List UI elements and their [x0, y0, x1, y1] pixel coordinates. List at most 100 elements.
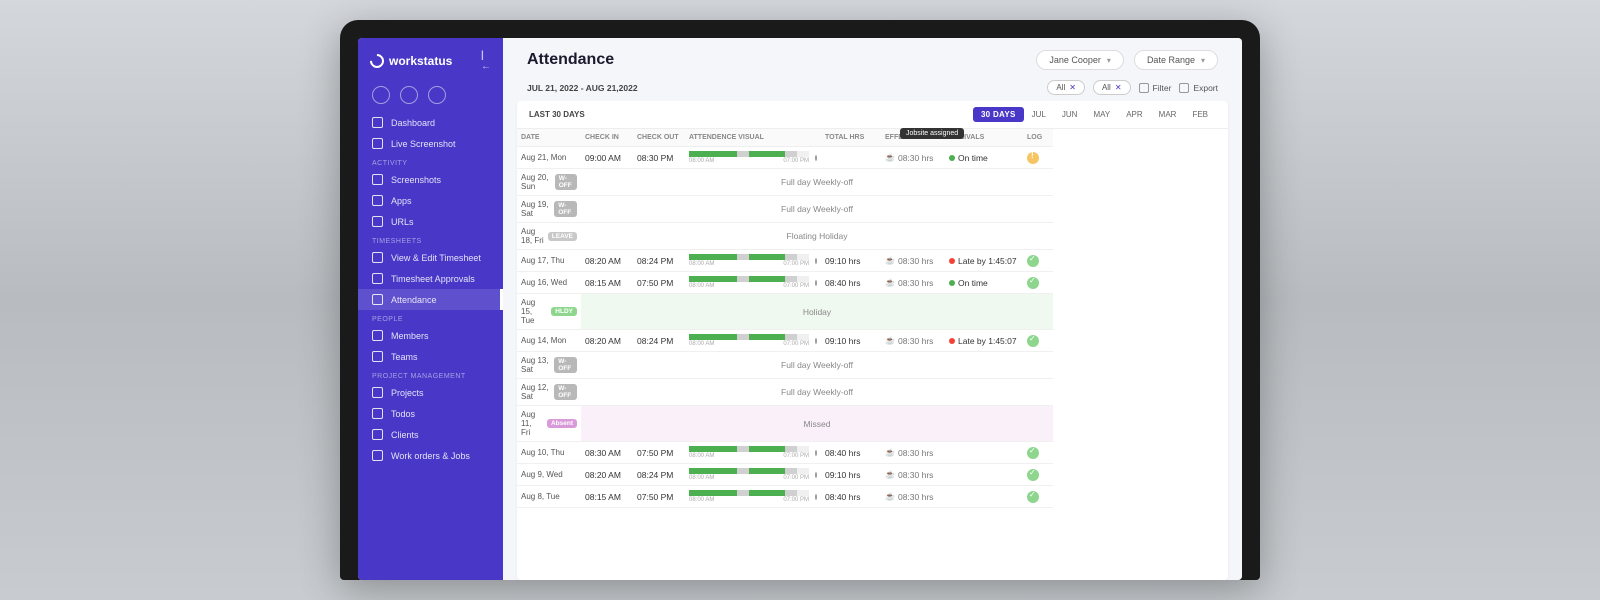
eye-icon[interactable]	[815, 450, 817, 456]
tab-apr[interactable]: APR	[1118, 107, 1150, 122]
eye-icon[interactable]	[815, 258, 817, 264]
date-cell: Aug 12, SatW-OFF	[517, 379, 581, 406]
nav-item-icon	[372, 252, 383, 263]
sidebar-item-label: Live Screenshot	[391, 139, 456, 149]
total-cell: 09:10 hrs	[821, 464, 881, 486]
sidebar-item-label: Dashboard	[391, 118, 435, 128]
status-badge: W-OFF	[554, 384, 577, 400]
sidebar-item-projects[interactable]: Projects	[358, 382, 503, 403]
log-cell[interactable]	[1023, 147, 1053, 169]
sidebar-item-apps[interactable]: Apps	[358, 190, 503, 211]
checkin-cell: 08:15 AM	[581, 486, 633, 508]
date-range-picker[interactable]: Date Range ▾	[1134, 50, 1218, 70]
close-icon[interactable]: ✕	[1069, 83, 1076, 92]
sidebar-item-label: Members	[391, 331, 429, 341]
main-content: Attendance Jane Cooper ▾ Date Range ▾ JU…	[503, 38, 1242, 580]
close-icon[interactable]: ✕	[1115, 83, 1122, 92]
sidebar-item-label: Projects	[391, 388, 424, 398]
date-cell: Aug 18, FriLEAVE	[517, 223, 581, 250]
sidebar-item-label: Timesheet Approvals	[391, 274, 475, 284]
eye-icon[interactable]	[815, 472, 817, 478]
check-icon	[1027, 447, 1039, 459]
log-cell[interactable]	[1023, 272, 1053, 294]
sidebar-item-attendance[interactable]: Attendance	[358, 289, 503, 310]
log-cell[interactable]	[1023, 486, 1053, 508]
log-cell[interactable]	[1023, 464, 1053, 486]
eye-icon[interactable]	[815, 280, 817, 286]
check-icon	[1027, 277, 1039, 289]
sidebar-item-todos[interactable]: Todos	[358, 403, 503, 424]
sidebar-item-urls[interactable]: URLs	[358, 211, 503, 232]
section-label: ACTIVITY	[358, 154, 503, 169]
top-icon-1[interactable]	[372, 86, 390, 104]
export-icon	[1179, 83, 1189, 93]
date-cell: Aug 15, TueHLDY	[517, 294, 581, 330]
date-cell: Aug 19, SatW-OFF	[517, 196, 581, 223]
sidebar-item-label: View & Edit Timesheet	[391, 253, 481, 263]
tab-jul[interactable]: JUL	[1024, 107, 1054, 122]
user-picker[interactable]: Jane Cooper ▾	[1036, 50, 1124, 70]
eye-icon[interactable]	[815, 494, 817, 500]
arrivals-cell: On time	[945, 272, 1023, 294]
span-row: Full day Weekly-off	[581, 352, 1053, 379]
sidebar-item-screenshots[interactable]: Screenshots	[358, 169, 503, 190]
nav-item-icon	[372, 387, 383, 398]
span-row: Holiday	[581, 294, 1053, 330]
date-range-label: Date Range	[1147, 55, 1195, 65]
eye-icon[interactable]	[815, 338, 817, 344]
filter-chip-all-1[interactable]: All✕	[1047, 80, 1085, 95]
status-badge: W-OFF	[554, 357, 577, 373]
span-row: Full day Weekly-off	[581, 169, 1053, 196]
sidebar-item-view-edit-timesheet[interactable]: View & Edit Timesheet	[358, 247, 503, 268]
check-icon	[1027, 491, 1039, 503]
checkin-cell: 09:00 AM	[581, 147, 633, 169]
filter-button[interactable]: Filter	[1139, 83, 1172, 93]
sidebar-item-dashboard[interactable]: Dashboard	[358, 112, 503, 133]
section-label: PROJECT MANAGEMENT	[358, 367, 503, 382]
log-cell[interactable]	[1023, 442, 1053, 464]
span-row: Full day Weekly-off	[581, 379, 1053, 406]
eye-icon[interactable]	[815, 155, 817, 161]
top-icon-2[interactable]	[400, 86, 418, 104]
section-label: TIMESHEETS	[358, 232, 503, 247]
visual-cell: 08:00 AM07:00 PM	[685, 147, 821, 169]
total-cell	[821, 147, 881, 169]
log-cell[interactable]	[1023, 250, 1053, 272]
log-cell[interactable]	[1023, 330, 1053, 352]
total-cell: 08:40 hrs	[821, 442, 881, 464]
section-label: PEOPLE	[358, 310, 503, 325]
visual-cell: 08:00 AM07:00 PM	[685, 464, 821, 486]
nav-item-icon	[372, 174, 383, 185]
date-cell: Aug 14, Mon	[517, 330, 581, 352]
coffee-icon: ☕	[885, 448, 895, 457]
tab-feb[interactable]: FEB	[1184, 107, 1216, 122]
tab-may[interactable]: MAY	[1085, 107, 1118, 122]
col-date: DATE	[517, 129, 581, 147]
date-cell: Aug 10, Thu	[517, 442, 581, 464]
filter-chip-all-2[interactable]: All✕	[1093, 80, 1131, 95]
logo-icon	[367, 51, 387, 71]
total-cell: 09:10 hrs	[821, 250, 881, 272]
checkin-cell: 08:20 AM	[581, 330, 633, 352]
coffee-icon: ☕	[885, 278, 895, 287]
top-icon-3[interactable]	[428, 86, 446, 104]
tab-30days[interactable]: 30 DAYS	[973, 107, 1024, 122]
tab-mar[interactable]: MAR	[1151, 107, 1185, 122]
sidebar-item-timesheet-approvals[interactable]: Timesheet Approvals	[358, 268, 503, 289]
sidebar-item-clients[interactable]: Clients	[358, 424, 503, 445]
collapse-icon[interactable]: |←	[481, 50, 491, 72]
status-badge: HLDY	[551, 307, 577, 316]
tab-jun[interactable]: JUN	[1054, 107, 1086, 122]
date-cell: Aug 13, SatW-OFF	[517, 352, 581, 379]
arrivals-cell: Late by 1:45:07	[945, 250, 1023, 272]
nav-item-icon	[372, 117, 383, 128]
nav-item-icon	[372, 429, 383, 440]
effective-cell: ☕08:30 hrs	[881, 272, 945, 294]
sidebar-item-live-screenshot[interactable]: Live Screenshot	[358, 133, 503, 154]
sidebar-item-members[interactable]: Members	[358, 325, 503, 346]
export-button[interactable]: Export	[1179, 83, 1218, 93]
sidebar-item-teams[interactable]: Teams	[358, 346, 503, 367]
top-icons	[358, 82, 503, 112]
chevron-down-icon: ▾	[1107, 56, 1111, 65]
sidebar-item-work-orders-jobs[interactable]: Work orders & Jobs	[358, 445, 503, 466]
